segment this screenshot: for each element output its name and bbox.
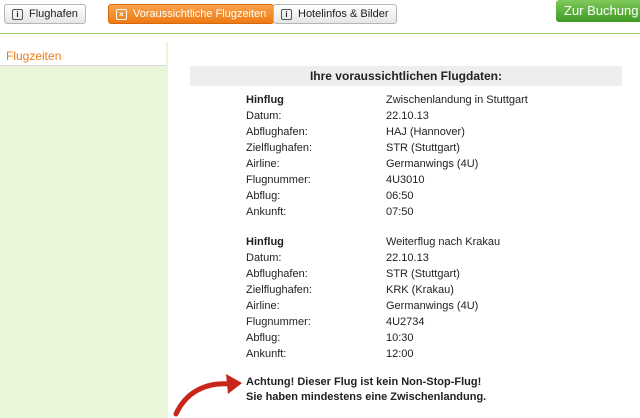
detail-row: Ankunft: 12:00 <box>246 348 546 364</box>
detail-key: Ankunft: <box>246 348 287 360</box>
flight-block-2: Hinflug Weiterflug nach Krakau Datum: 22.… <box>246 236 546 364</box>
detail-value: 22.10.13 <box>386 252 429 264</box>
top-tab-bar: i Flughafen × Voraussichtliche Flugzeite… <box>0 0 640 34</box>
detail-key: Airline: <box>246 300 280 312</box>
stopover-warning: Achtung! Dieser Flug ist kein Non-Stop-F… <box>246 375 486 405</box>
detail-value: 10:30 <box>386 332 414 344</box>
flight-route-note: Zwischenlandung in Stuttgart <box>386 94 528 106</box>
detail-value: Germanwings (4U) <box>386 300 479 312</box>
detail-key: Flugnummer: <box>246 174 311 186</box>
detail-value: 06:50 <box>386 190 414 202</box>
flight-route-note: Weiterflug nach Krakau <box>386 236 501 248</box>
detail-value: 4U2734 <box>386 316 425 328</box>
detail-row: Datum: 22.10.13 <box>246 252 546 268</box>
detail-value: Germanwings (4U) <box>386 158 479 170</box>
tab-label: Voraussichtliche Flugzeiten <box>133 8 267 20</box>
detail-row: Abflughafen: STR (Stuttgart) <box>246 268 546 284</box>
detail-row: Abflug: 06:50 <box>246 190 546 206</box>
detail-key: Abflughafen: <box>246 126 308 138</box>
flight-title-row: Hinflug Zwischenlandung in Stuttgart <box>246 94 546 110</box>
detail-key: Flugnummer: <box>246 316 311 328</box>
detail-key: Ankunft: <box>246 206 287 218</box>
detail-value: KRK (Krakau) <box>386 284 454 296</box>
detail-row: Flugnummer: 4U2734 <box>246 316 546 332</box>
detail-row: Abflug: 10:30 <box>246 332 546 348</box>
warning-line-2: Sie haben mindestens eine Zwischenlandun… <box>246 391 487 403</box>
main-panel: Ihre voraussichtlichen Flugdaten: Hinflu… <box>172 42 640 418</box>
detail-key: Zielflughafen: <box>246 142 313 154</box>
detail-row: Airline: Germanwings (4U) <box>246 300 546 316</box>
detail-key: Abflug: <box>246 332 281 344</box>
detail-row: Flugnummer: 4U3010 <box>246 174 546 190</box>
warning-line-1: Achtung! Dieser Flug ist kein Non-Stop-F… <box>246 376 482 388</box>
tab-label: Hotelinfos & Bilder <box>298 8 389 20</box>
flight-label: Hinflug <box>246 94 284 106</box>
flight-title-row: Hinflug Weiterflug nach Krakau <box>246 236 546 252</box>
book-button[interactable]: Zur Buchung ❯ <box>556 0 640 22</box>
detail-value: HAJ (Hannover) <box>386 126 465 138</box>
detail-key: Datum: <box>246 110 282 122</box>
info-icon: i <box>12 8 23 20</box>
detail-value: 12:00 <box>386 348 414 360</box>
red-arrow-icon <box>173 374 242 417</box>
sidebar: Flugzeiten <box>0 42 168 418</box>
detail-value: STR (Stuttgart) <box>386 142 460 154</box>
detail-value: 4U3010 <box>386 174 425 186</box>
page-title: Ihre voraussichtlichen Flugdaten: <box>190 66 622 86</box>
tab-flughafen[interactable]: i Flughafen <box>4 4 86 24</box>
info-icon: i <box>281 8 292 20</box>
tab-voraussichtliche-flugzeiten[interactable]: × Voraussichtliche Flugzeiten <box>108 4 275 24</box>
detail-row: Ankunft: 07:50 <box>246 206 546 222</box>
detail-value: STR (Stuttgart) <box>386 268 460 280</box>
detail-row: Airline: Germanwings (4U) <box>246 158 546 174</box>
detail-row: Zielflughafen: KRK (Krakau) <box>246 284 546 300</box>
detail-row: Zielflughafen: STR (Stuttgart) <box>246 142 546 158</box>
detail-row: Datum: 22.10.13 <box>246 110 546 126</box>
flight-label: Hinflug <box>246 236 284 248</box>
detail-value: 07:50 <box>386 206 414 218</box>
tab-label: Flughafen <box>29 8 78 20</box>
detail-value: 22.10.13 <box>386 110 429 122</box>
detail-key: Zielflughafen: <box>246 284 313 296</box>
detail-key: Abflug: <box>246 190 281 202</box>
detail-key: Abflughafen: <box>246 268 308 280</box>
detail-row: Abflughafen: HAJ (Hannover) <box>246 126 546 142</box>
flight-block-1: Hinflug Zwischenlandung in Stuttgart Dat… <box>246 94 546 222</box>
detail-key: Datum: <box>246 252 282 264</box>
tab-hotelinfos-bilder[interactable]: i Hotelinfos & Bilder <box>273 4 397 24</box>
detail-key: Airline: <box>246 158 280 170</box>
sidebar-item-flugzeiten[interactable]: Flugzeiten <box>0 42 166 66</box>
close-icon: × <box>116 8 127 20</box>
